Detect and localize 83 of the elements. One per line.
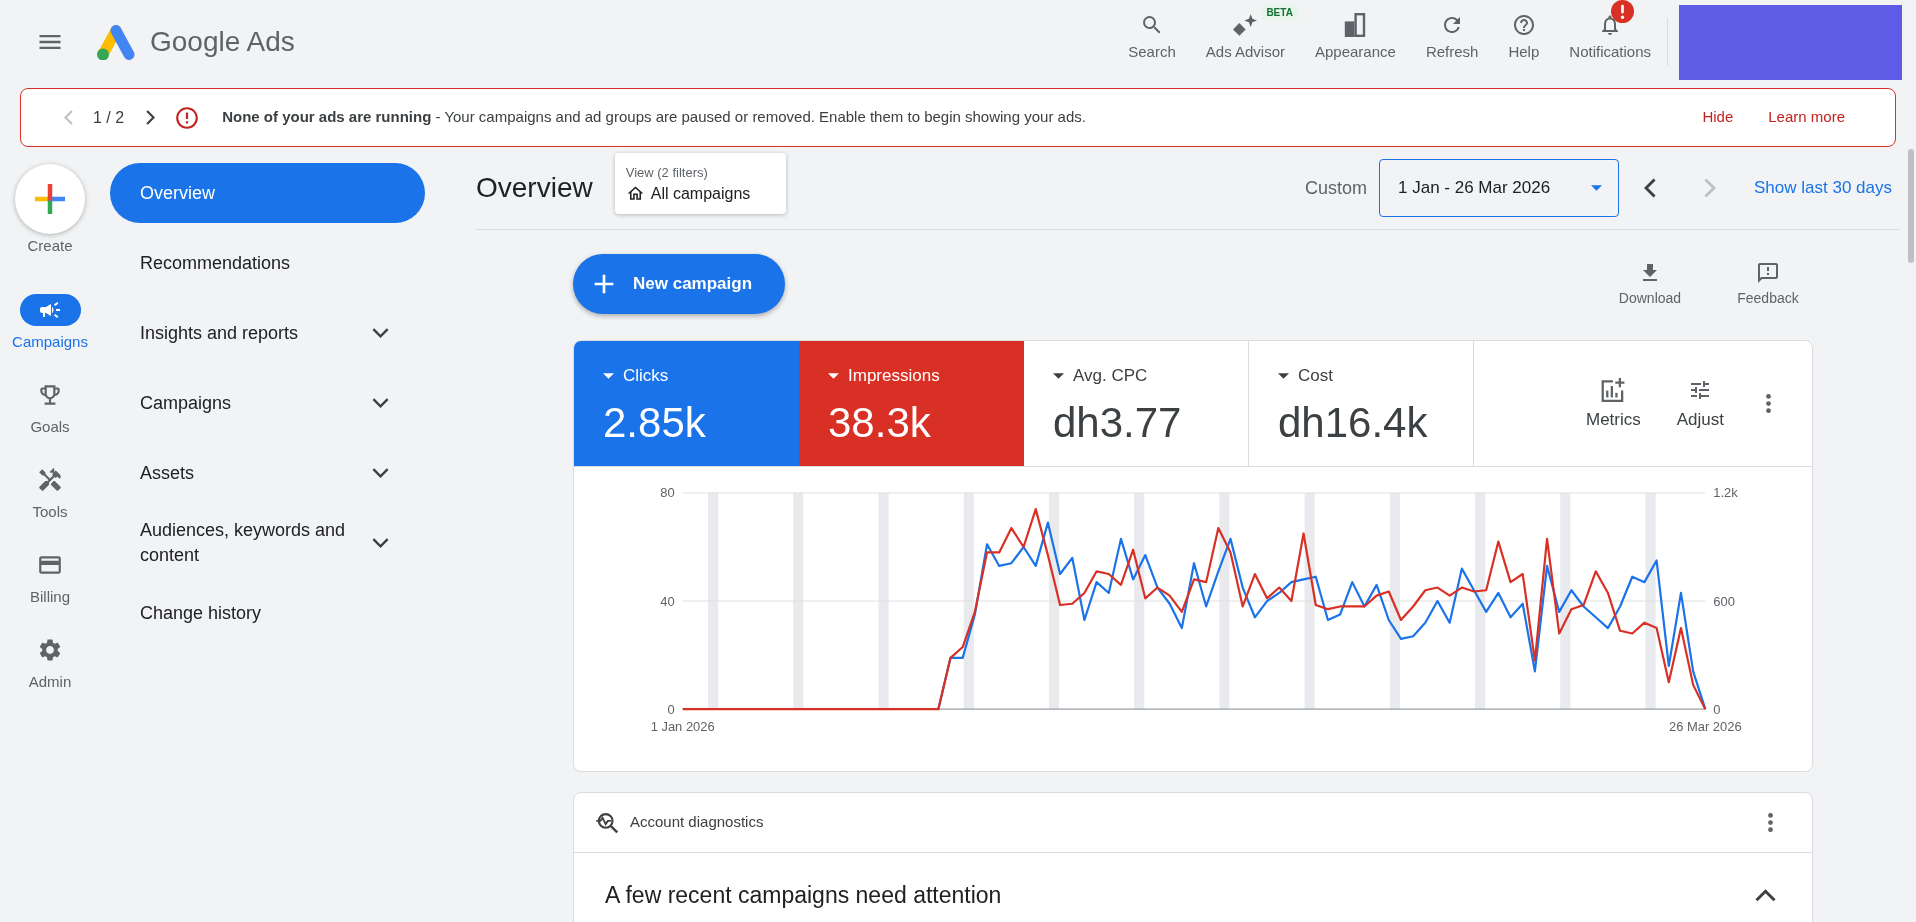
caret-icon	[1053, 373, 1064, 379]
nav-item[interactable]: Campaigns	[110, 373, 425, 433]
axis-label: 80	[660, 485, 675, 501]
view-selector[interactable]: View (2 filters) All campaigns	[614, 153, 786, 214]
tools-icon	[37, 467, 63, 493]
date-range-label: Custom	[1305, 176, 1368, 200]
pager-count: 1 / 2	[93, 107, 125, 128]
axis-label: 1 Jan 2026	[650, 719, 715, 735]
scrollbar-thumb[interactable]	[1908, 149, 1914, 263]
nav-item[interactable]: Overview	[110, 163, 425, 223]
chevron-up-icon	[1754, 888, 1776, 902]
nav-item[interactable]: Audiences, keywords and content	[110, 513, 425, 573]
new-campaign-button[interactable]: New campaign	[573, 254, 785, 314]
view-value: All campaigns	[650, 183, 751, 204]
rail-item[interactable]: Goals	[30, 379, 70, 464]
caret-icon	[828, 373, 839, 379]
toolbar-button[interactable]: Search	[1128, 13, 1176, 61]
metric-value: dh3.77	[1053, 399, 1182, 447]
diagnostics-icon	[595, 811, 619, 834]
metric-value: dh16.4k	[1278, 399, 1428, 447]
metric-label: Clicks	[623, 365, 669, 387]
hide-button[interactable]: Hide	[1702, 106, 1734, 129]
chevron-right-icon	[1704, 178, 1717, 198]
toolbar-button[interactable]: Download	[1605, 261, 1695, 307]
date-range-dropdown[interactable]: 1 Jan - 26 Mar 2026	[1379, 159, 1620, 217]
more-icon	[1765, 394, 1771, 413]
axis-label: 0	[667, 701, 675, 717]
logo-icon	[97, 24, 135, 60]
metric-value: 38.3k	[828, 399, 931, 447]
metric-tile[interactable]: Impressions 38.3k	[799, 341, 1024, 466]
caret-icon	[1278, 373, 1289, 379]
columns-icon	[1343, 13, 1368, 37]
axis-label: 26 Mar 2026	[1669, 719, 1742, 735]
view-caption: View (2 filters)	[625, 163, 709, 181]
create-button[interactable]: Create	[15, 164, 85, 255]
chart-tool-button[interactable]: Metrics	[1585, 377, 1641, 430]
section-heading: A few recent campaigns need attention	[605, 880, 1002, 910]
learn-more-link[interactable]: Learn more	[1768, 106, 1845, 129]
alert-message: None of your ads are running - Your campaigns and ad groups are paused or removed. Enable them to begin showing your ads.	[222, 107, 1086, 128]
date-shortcut-link[interactable]: Show last 30 days	[1754, 175, 1892, 201]
chart-tool-button[interactable]: Adjust	[1676, 377, 1724, 430]
metric-label: Cost	[1298, 365, 1333, 387]
rail-item[interactable]: Billing	[30, 549, 70, 634]
caret-icon	[603, 373, 614, 379]
toolbar-button[interactable]: Appearance	[1315, 13, 1396, 61]
axis-label: 0	[1713, 701, 1721, 717]
axis-label: 40	[660, 593, 675, 609]
toolbar-button[interactable]: Help	[1508, 13, 1540, 61]
chevron-right-icon	[145, 110, 155, 125]
metric-label: Avg. CPC	[1073, 365, 1148, 387]
beta-badge: BETA	[1262, 5, 1297, 20]
rail-item[interactable]: Tools	[32, 464, 68, 549]
metric-label: Impressions	[848, 365, 940, 387]
help-icon	[1511, 13, 1536, 37]
nav-item[interactable]: Change history	[110, 583, 425, 643]
axis-label: 600	[1713, 593, 1735, 609]
metric-tile[interactable]: Clicks 2.85k	[574, 341, 799, 466]
settings-icon	[37, 637, 63, 663]
nav-item[interactable]: Insights and reports	[110, 303, 425, 363]
toolbar-button[interactable]: Refresh	[1425, 13, 1479, 61]
feedback-icon	[1756, 261, 1780, 285]
plus-icon	[15, 164, 85, 234]
metric-value: 2.85k	[603, 399, 706, 447]
nav-item[interactable]: Assets	[110, 443, 425, 503]
nav-item[interactable]: Recommendations	[110, 233, 425, 293]
axis-label: 1.2k	[1713, 485, 1738, 501]
toolbar-button[interactable]: Notifications	[1569, 13, 1651, 61]
card-title: Account diagnostics	[630, 812, 764, 833]
megaphone-icon	[19, 294, 81, 326]
alert-icon	[174, 104, 201, 131]
toolbar-button[interactable]: Feedback	[1723, 261, 1813, 307]
chevron-left-icon	[63, 110, 73, 125]
add-chart-icon	[1601, 377, 1626, 402]
more-icon	[1767, 813, 1773, 832]
product-name: Google Ads	[150, 28, 295, 56]
page-title: Overview	[476, 174, 593, 202]
sparkle-diamond-icon	[1233, 13, 1258, 37]
caret-icon	[1591, 185, 1603, 191]
rail-item[interactable]: Campaigns	[12, 294, 88, 379]
chevron-left-icon	[1644, 178, 1657, 198]
home-icon	[625, 184, 645, 203]
rail-item[interactable]: Admin	[28, 634, 72, 719]
trophy-icon	[37, 382, 63, 408]
